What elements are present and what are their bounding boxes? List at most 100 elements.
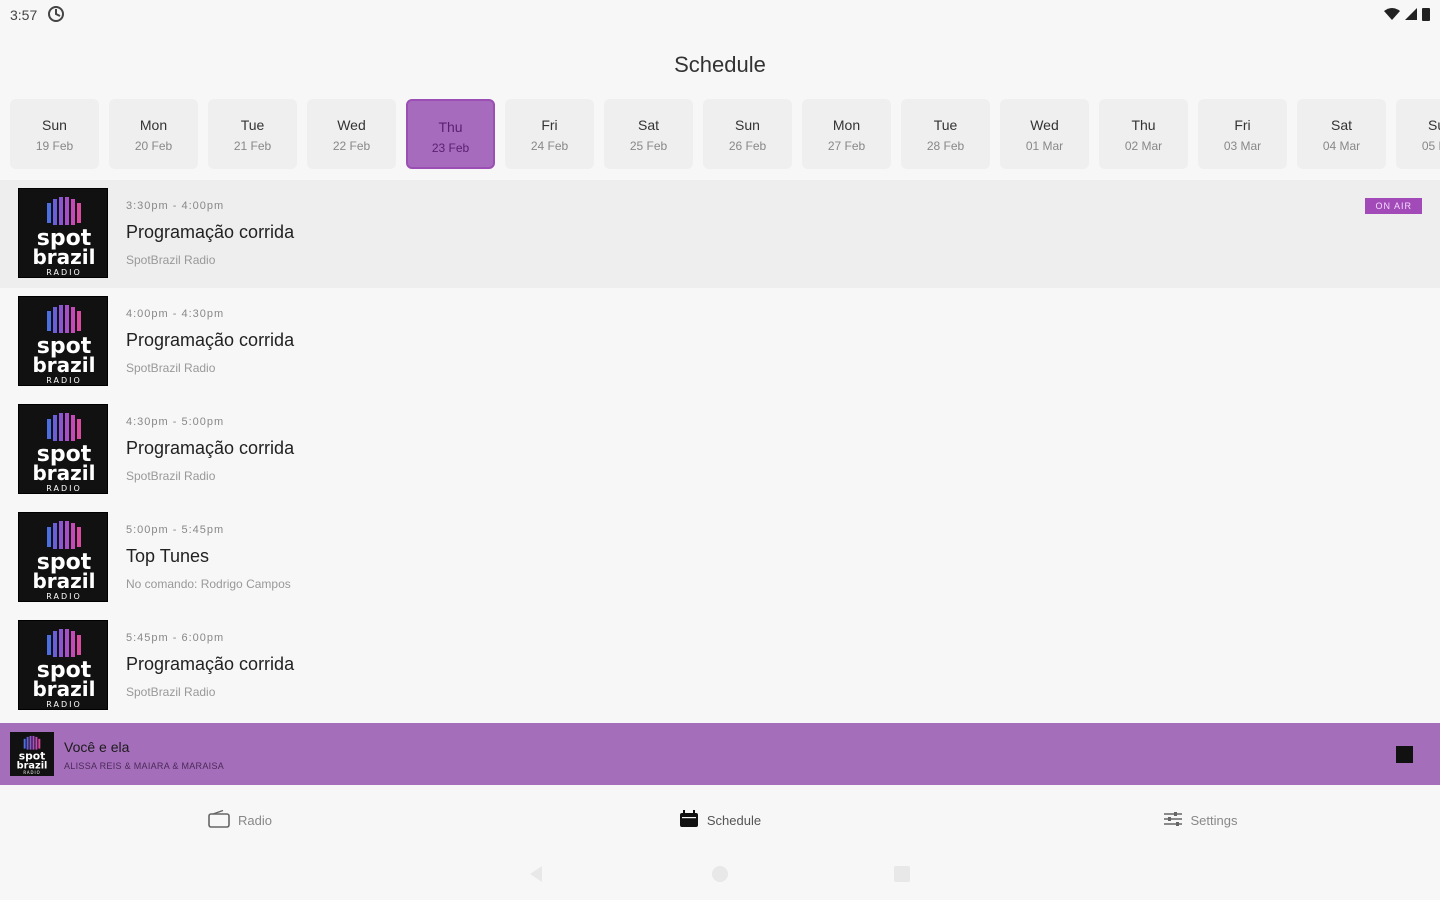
svg-text:RADIO: RADIO xyxy=(46,268,82,277)
day-selector: Sun 19 Feb Mon 20 Feb Tue 21 Feb Wed 22 Feb … xyxy=(10,99,1440,171)
now-playing-title: Você e ela xyxy=(64,739,130,755)
mini-player[interactable]: spot brazil RADIO Você e ela ALISSA REIS &… xyxy=(0,723,1440,785)
calendar-icon xyxy=(679,809,699,831)
spot-brazil-radio-logo: spot brazil RADIO xyxy=(18,512,108,602)
show-time: 4:00pm - 4:30pm xyxy=(126,308,225,320)
day-date: 22 Feb xyxy=(332,139,371,153)
svg-text:brazil: brazil xyxy=(32,461,95,485)
day-tab[interactable]: Sat 25 Feb xyxy=(604,99,693,169)
show-time: 4:30pm - 5:00pm xyxy=(126,416,225,428)
day-name: Fri xyxy=(1234,117,1251,133)
day-name: Thu xyxy=(438,119,463,135)
day-tab[interactable]: Thu 02 Mar xyxy=(1099,99,1188,169)
back-icon[interactable] xyxy=(530,866,542,882)
day-name: Tue xyxy=(933,117,958,133)
day-tab[interactable]: Tue 28 Feb xyxy=(901,99,990,169)
day-tab[interactable]: Sun 19 Feb xyxy=(10,99,99,169)
spot-brazil-radio-logo: spot brazil RADIO xyxy=(18,404,108,494)
day-tab[interactable]: Sun 26 Feb xyxy=(703,99,792,169)
sync-icon xyxy=(47,5,65,26)
day-date: 28 Feb xyxy=(926,139,965,153)
day-date: 23 Feb xyxy=(431,141,470,155)
day-tab[interactable]: Tue 21 Feb xyxy=(208,99,297,169)
day-name: Mon xyxy=(139,117,168,133)
day-date: 19 Feb xyxy=(35,139,74,153)
day-name: Fri xyxy=(541,117,558,133)
day-date: 01 Mar xyxy=(1025,139,1064,153)
svg-text:brazil: brazil xyxy=(32,353,95,377)
wifi-icon xyxy=(1384,7,1400,24)
schedule-item[interactable]: spot brazil RADIO 4:30pm - 5:00pm Programa… xyxy=(0,396,1440,504)
svg-text:RADIO: RADIO xyxy=(46,484,82,493)
svg-text:brazil: brazil xyxy=(32,569,95,593)
svg-text:RADIO: RADIO xyxy=(23,770,40,775)
day-date: 03 Mar xyxy=(1223,139,1262,153)
day-tab[interactable]: Wed 22 Feb xyxy=(307,99,396,169)
show-host: No comando: Rodrigo Campos xyxy=(126,577,291,591)
schedule-item[interactable]: spot brazil RADIO 5:45pm - 6:00pm Programa… xyxy=(0,612,1440,720)
day-tab[interactable]: Sat 04 Mar xyxy=(1297,99,1386,169)
day-tab[interactable]: Mon 27 Feb xyxy=(802,99,891,169)
page-title: Schedule xyxy=(674,52,766,77)
day-name: Tue xyxy=(240,117,265,133)
nav-settings[interactable]: Settings xyxy=(960,790,1440,850)
battery-icon xyxy=(1422,7,1430,24)
day-name: Sun xyxy=(735,117,760,133)
show-host: SpotBrazil Radio xyxy=(126,685,216,699)
bottom-navigation: Radio Schedule Settings xyxy=(0,790,1440,850)
show-title: Programação corrida xyxy=(126,438,295,458)
day-date: 04 Mar xyxy=(1322,139,1361,153)
show-host: SpotBrazil Radio xyxy=(126,253,216,267)
day-tab[interactable]: Wed 01 Mar xyxy=(1000,99,1089,169)
day-name: Sun xyxy=(42,117,67,133)
day-date: 24 Feb xyxy=(530,139,569,153)
schedule-item[interactable]: spot brazil RADIO 4:00pm - 4:30pm Programa… xyxy=(0,288,1440,396)
nav-radio-label: Radio xyxy=(238,812,272,828)
spot-brazil-radio-logo: spot brazil RADIO xyxy=(18,620,108,710)
sliders-icon xyxy=(1163,810,1183,831)
stop-icon[interactable] xyxy=(1396,746,1413,763)
show-time: 5:00pm - 5:45pm xyxy=(126,524,225,536)
status-bar: 3:57 xyxy=(0,0,1440,30)
schedule-item-current[interactable]: spot brazil RADIO 3:30pm - 4:00pm Programa… xyxy=(0,180,1440,288)
svg-text:brazil: brazil xyxy=(32,245,95,269)
day-date: 21 Feb xyxy=(233,139,272,153)
day-tab[interactable]: Fri 24 Feb xyxy=(505,99,594,169)
day-tab[interactable]: Fri 03 Mar xyxy=(1198,99,1287,169)
day-name: Sat xyxy=(637,117,659,133)
spot-brazil-radio-logo: spot brazil RADIO xyxy=(18,296,108,386)
radio-icon xyxy=(208,809,230,831)
day-date: 27 Feb xyxy=(827,139,866,153)
schedule-item[interactable]: spot brazil RADIO 5:00pm - 5:45pm Top Tune… xyxy=(0,504,1440,612)
schedule-list: spot brazil RADIO 3:30pm - 4:00pm Programa… xyxy=(0,180,1440,720)
svg-text:brazil: brazil xyxy=(32,677,95,701)
day-tab[interactable]: Mon 20 Feb xyxy=(109,99,198,169)
day-tab[interactable]: Sun 05 Mar xyxy=(1396,99,1440,169)
day-name: Sat xyxy=(1330,117,1352,133)
svg-text:RADIO: RADIO xyxy=(46,376,82,385)
show-host: SpotBrazil Radio xyxy=(126,361,216,375)
day-name: Wed xyxy=(337,117,366,133)
show-title: Programação corrida xyxy=(126,222,295,242)
recents-icon[interactable] xyxy=(894,866,910,882)
show-title: Programação corrida xyxy=(126,654,295,674)
show-time: 3:30pm - 4:00pm xyxy=(126,200,225,212)
day-date: 26 Feb xyxy=(728,139,767,153)
nav-schedule[interactable]: Schedule xyxy=(480,790,960,850)
day-name: Wed xyxy=(1030,117,1059,133)
signal-icon xyxy=(1404,7,1418,24)
status-time: 3:57 xyxy=(10,7,38,23)
on-air-badge: ON AIR xyxy=(1365,198,1422,214)
day-date: 02 Mar xyxy=(1124,139,1163,153)
nav-settings-label: Settings xyxy=(1190,812,1238,828)
spot-brazil-radio-logo: spot brazil RADIO xyxy=(18,188,108,278)
spot-brazil-radio-logo: spot brazil RADIO xyxy=(10,732,54,776)
day-date: 25 Feb xyxy=(629,139,668,153)
day-name: Sun xyxy=(1428,117,1440,133)
nav-schedule-label: Schedule xyxy=(706,812,762,828)
day-tab-selected[interactable]: Thu 23 Feb xyxy=(406,99,495,169)
system-navigation xyxy=(0,862,1440,886)
home-icon[interactable] xyxy=(712,866,728,882)
show-title: Programação corrida xyxy=(126,330,295,350)
nav-radio[interactable]: Radio xyxy=(0,790,480,850)
